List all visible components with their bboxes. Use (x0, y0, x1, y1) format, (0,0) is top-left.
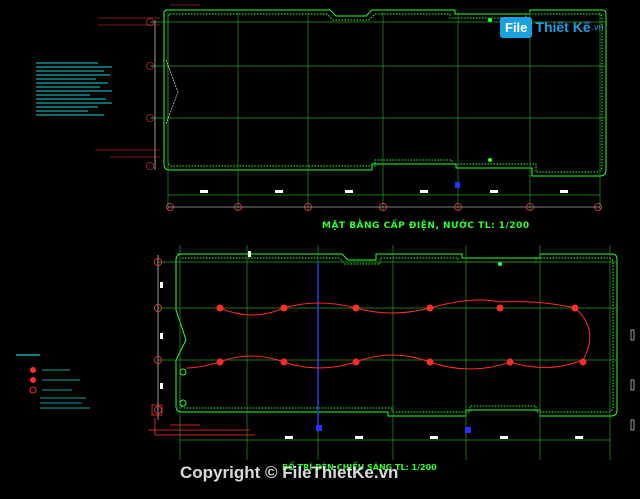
bottom-floor-plan (175, 253, 618, 417)
logo-suffix: .vn (591, 22, 604, 32)
bottom-annotations (148, 404, 255, 436)
notes-block (36, 62, 112, 116)
top-plan-left-markers (146, 18, 179, 170)
bottom-plan-dimensions (154, 251, 583, 439)
drawing-title-top: MẶT BẰNG CẤP ĐIỆN, NƯỚC TL: 1/200 (322, 221, 530, 231)
top-plan-grid (150, 12, 606, 210)
top-plan-dimensions (166, 18, 602, 211)
logo-text: Thiết Kế (535, 19, 591, 35)
brand-logo: File Thiết Kế .vn (500, 14, 604, 40)
right-edge-markers (630, 329, 635, 431)
bottom-plan-grid (158, 245, 617, 460)
logo-badge: File (500, 16, 533, 38)
lighting-circuit (185, 299, 591, 370)
copyright-watermark: Copyright © FileThietKe.vn (180, 463, 399, 482)
lamp-symbols (216, 304, 587, 366)
top-annotations (95, 4, 200, 158)
legend-block (16, 354, 90, 409)
cad-drawing-canvas (16, 4, 635, 460)
